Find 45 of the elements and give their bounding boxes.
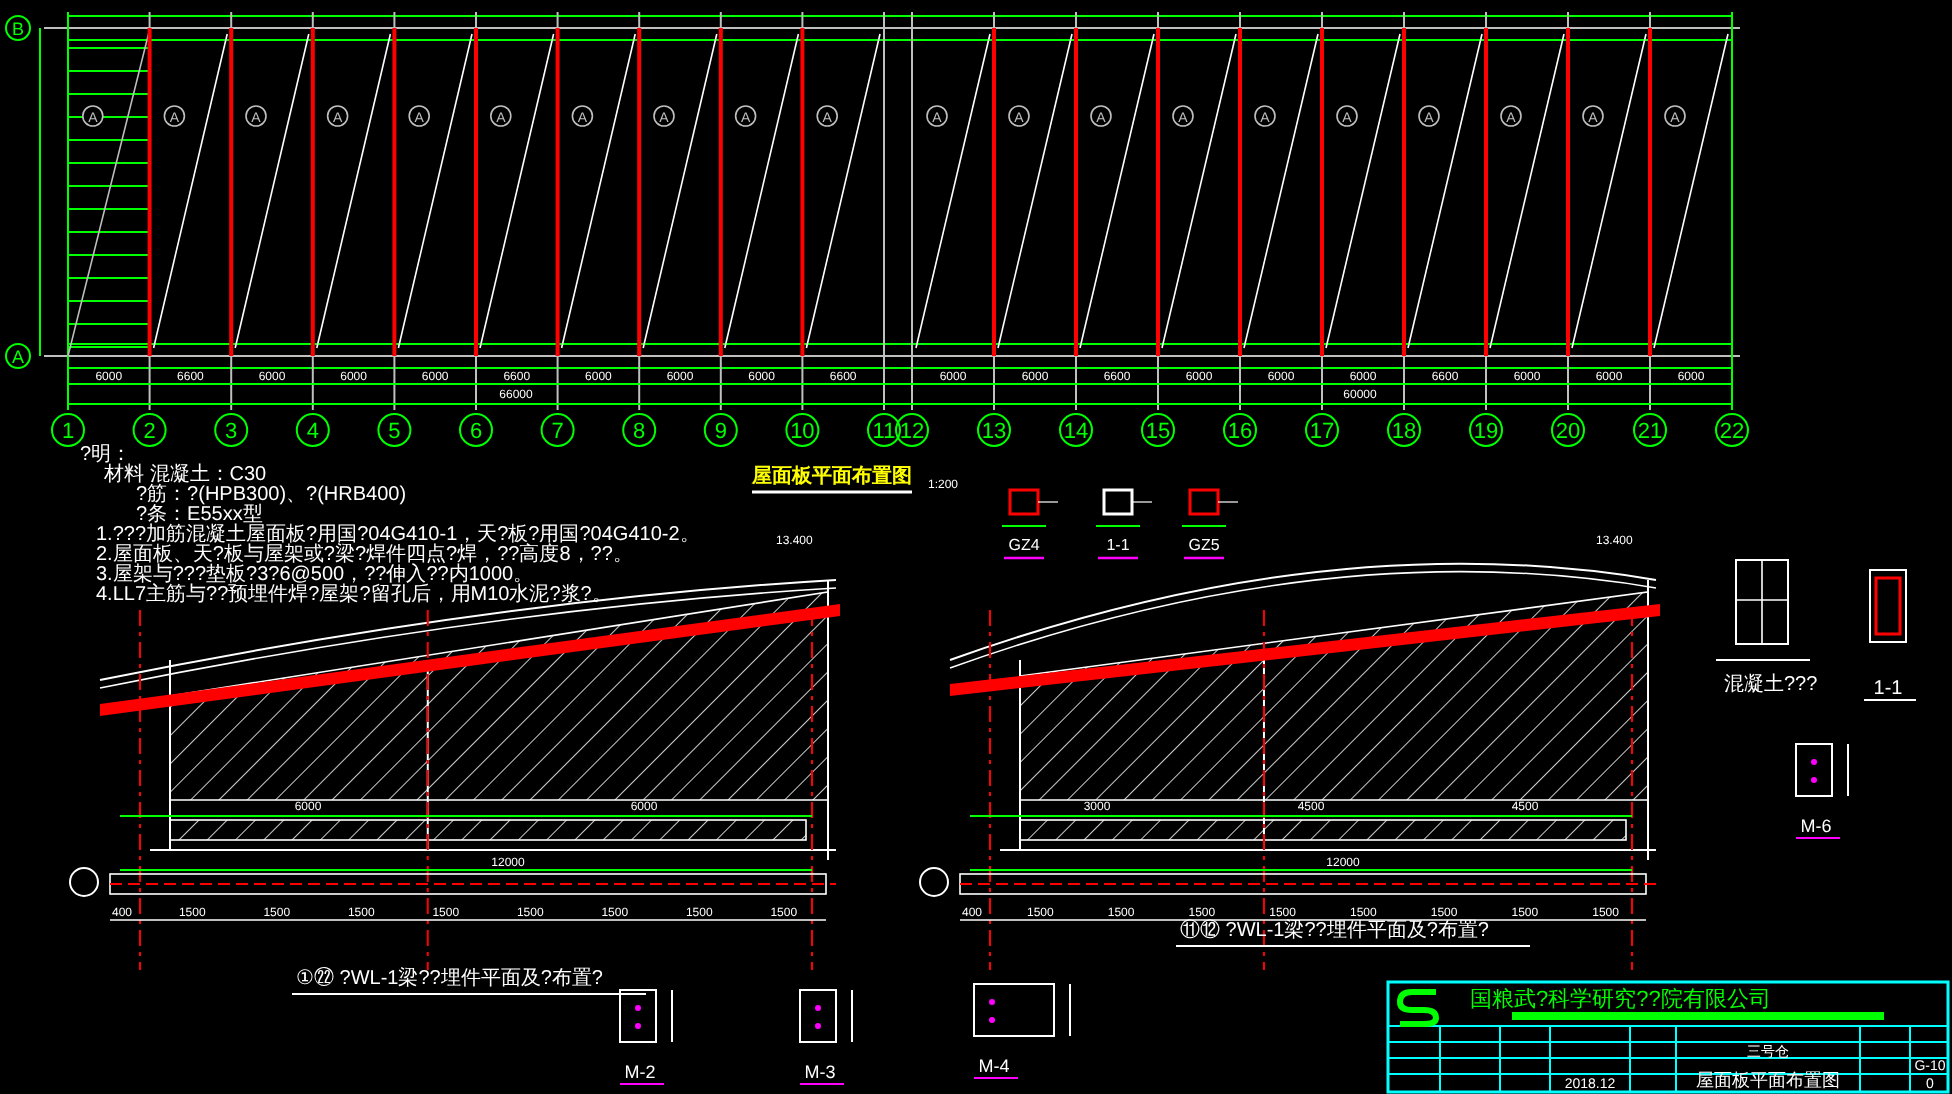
axis-marker: 6: [459, 413, 493, 447]
section-label: GZ4: [1008, 536, 1040, 554]
note-text: ?条：E55xx型: [136, 504, 263, 526]
axis-marker: 22: [1715, 413, 1749, 447]
axis-marker: 7: [540, 413, 575, 447]
axis-marker: 9: [703, 413, 738, 447]
plate-label: M-6: [1800, 816, 1832, 836]
axis-marker: A: [5, 343, 31, 369]
axis-marker: 14: [1059, 413, 1093, 447]
plate-label: M-3: [804, 1062, 836, 1082]
axis-marker: 10: [785, 413, 820, 447]
section-label: GZ5: [1188, 536, 1220, 554]
plate-label: M-2: [624, 1062, 656, 1082]
note-text: 2.屋面板、天?板与屋架或?梁?焊件四点?焊，??高度8，??。: [96, 544, 633, 566]
section-label: 1-1: [1106, 536, 1130, 554]
axis-marker: 4: [295, 413, 330, 447]
axis-marker: B: [5, 15, 31, 41]
detail-label: 混凝土???: [1724, 674, 1818, 696]
plate-label: M-4: [978, 1056, 1010, 1076]
axis-marker: 13: [977, 413, 1011, 447]
axis-marker: 20: [1551, 413, 1585, 447]
note-text: ?筋：?(HPB300)、?(HRB400): [136, 484, 407, 506]
axis-marker: 16: [1223, 413, 1257, 447]
axis-marker: 5: [377, 413, 412, 447]
axis-marker: 3: [214, 413, 249, 447]
axis-marker: 15: [1141, 413, 1175, 447]
note-text: 3.屋架与???垫板?3?6@500，??伸入??内1000。: [96, 564, 534, 586]
section-title: ⑪⑫ ?WL-1梁??埋件平面及?布置?: [1180, 920, 1489, 942]
axis-marker: 19: [1469, 413, 1503, 447]
axis-marker: 17: [1305, 413, 1339, 447]
axis-marker: 12: [895, 413, 929, 447]
drawing-title: 屋面板平面布置图: [752, 466, 912, 488]
axis-marker: 11: [867, 413, 901, 447]
company-name: 国粮武?科学研究??院有限公司: [1470, 988, 1771, 1012]
drawing-name: 屋面板平面布置图: [1696, 1070, 1840, 1090]
axis-marker: 21: [1633, 413, 1667, 447]
axis-marker: 18: [1387, 413, 1421, 447]
axis-marker: 8: [622, 413, 657, 447]
axis-marker: 1: [51, 413, 85, 447]
section-label: 1-1: [1873, 678, 1903, 700]
notes-heading: ?明：: [80, 444, 132, 466]
axis-marker: 2: [132, 413, 167, 447]
note-text: 1.???加筋混凝土屋面板?用国?04G410-1，天?板?用国?04G410-2。: [96, 524, 700, 546]
section-title: ①㉒ ?WL-1梁??埋件平面及?布置?: [296, 968, 603, 990]
note-text: 材料 混凝土：C30: [104, 464, 267, 486]
